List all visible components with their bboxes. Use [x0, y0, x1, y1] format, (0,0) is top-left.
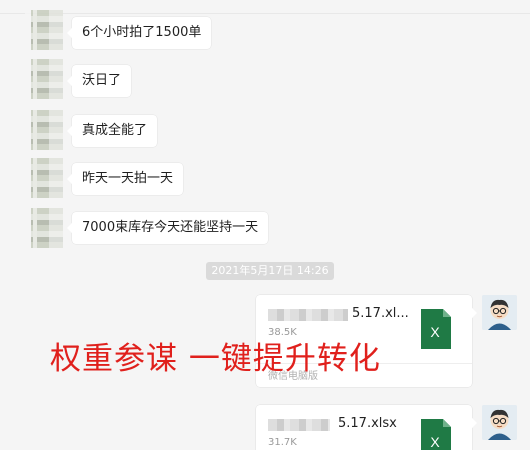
- cartoon-avatar-icon: [482, 295, 517, 330]
- excel-icon: X: [421, 309, 451, 349]
- contact-avatar[interactable]: [25, 158, 63, 198]
- cartoon-avatar-icon: [482, 405, 517, 440]
- message-timestamp: 2021年5月17日 14:26: [206, 262, 334, 280]
- contact-avatar[interactable]: [25, 10, 63, 50]
- svg-text:X: X: [430, 434, 440, 450]
- my-avatar[interactable]: [482, 295, 517, 330]
- contact-avatar[interactable]: [25, 208, 63, 248]
- message-bubble[interactable]: 昨天一天拍一天: [66, 163, 184, 195]
- message-bubble[interactable]: 7000束库存今天还能坚持一天: [66, 212, 269, 244]
- filename-blurred: [268, 419, 330, 431]
- promo-overlay-text: 权重参谋 一键提升转化: [50, 341, 381, 377]
- top-divider: [0, 13, 530, 14]
- svg-text:X: X: [430, 324, 440, 340]
- contact-avatar[interactable]: [25, 110, 63, 150]
- message-bubble[interactable]: 6个小时拍了1500单: [66, 17, 212, 49]
- file-name: 5.17.xl...: [352, 306, 409, 321]
- contact-avatar[interactable]: [25, 59, 63, 99]
- my-avatar[interactable]: [482, 405, 517, 440]
- file-size: 38.5K: [268, 327, 297, 338]
- file-size: 31.7K: [268, 437, 297, 448]
- excel-icon: X: [421, 419, 451, 450]
- message-bubble[interactable]: 沃日了: [66, 65, 132, 97]
- file-name: 5.17.xlsx: [338, 416, 397, 431]
- file-message-card[interactable]: 5.17.xlsx 31.7K X: [256, 405, 477, 450]
- message-bubble[interactable]: 真成全能了: [66, 115, 158, 147]
- filename-blurred: [268, 309, 348, 321]
